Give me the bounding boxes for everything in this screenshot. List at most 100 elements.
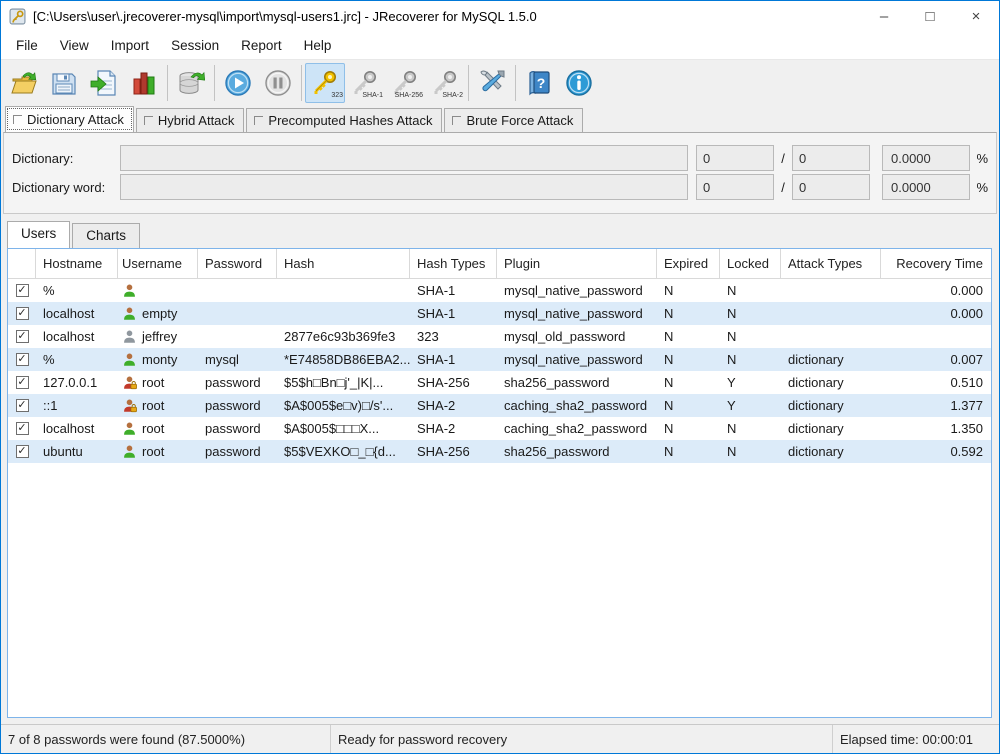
menu-help[interactable]: Help: [293, 34, 343, 57]
play-button[interactable]: [218, 63, 258, 103]
status-passwords-found: 7 of 8 passwords were found (87.5000%): [1, 725, 331, 753]
table-row[interactable]: localhost jeffrey 2877e6c93b369fe3 323 m…: [8, 325, 991, 348]
cell-hash: 2877e6c93b369fe3: [277, 325, 410, 348]
cell-hash: *E74858DB86EBA2...: [277, 348, 410, 371]
row-checkbox[interactable]: [8, 440, 36, 463]
header-expired[interactable]: Expired: [657, 249, 720, 278]
maximize-button[interactable]: □: [907, 1, 953, 31]
toolbar-separator: [214, 65, 215, 101]
dictionary-word-count-field[interactable]: 0: [696, 174, 774, 200]
tab-brute-force-attack[interactable]: Brute Force Attack: [444, 108, 583, 132]
tab-users[interactable]: Users: [7, 221, 70, 248]
table-row[interactable]: localhost root password $A$005$□□□X... S…: [8, 417, 991, 440]
header-locked[interactable]: Locked: [720, 249, 781, 278]
row-checkbox[interactable]: [8, 371, 36, 394]
cell-password: [198, 279, 277, 302]
slash-separator: /: [774, 151, 792, 166]
table-row[interactable]: ubuntu root password $5$VEXKO□_□{d... SH…: [8, 440, 991, 463]
cell-recovery-time: 0.592: [881, 440, 991, 463]
header-checkbox[interactable]: [8, 249, 36, 278]
menu-import[interactable]: Import: [100, 34, 160, 57]
tab-charts[interactable]: Charts: [72, 223, 140, 248]
import-button[interactable]: [84, 63, 124, 103]
cell-hash-type: SHA-256: [410, 440, 497, 463]
table-row[interactable]: % monty mysql *E74858DB86EBA2... SHA-1 m…: [8, 348, 991, 371]
header-password[interactable]: Password: [198, 249, 277, 278]
cell-hostname: localhost: [36, 417, 118, 440]
cell-username: monty: [118, 348, 198, 371]
options-button[interactable]: [472, 63, 512, 103]
dictionary-word-percent-field[interactable]: 0.0000: [882, 174, 970, 200]
dictionary-word-field[interactable]: [120, 174, 688, 200]
header-plugin[interactable]: Plugin: [497, 249, 657, 278]
open-button[interactable]: [4, 63, 44, 103]
status-ready-message: Ready for password recovery: [331, 725, 833, 753]
dictionary-total-field[interactable]: 0: [792, 145, 870, 171]
header-hash-types[interactable]: Hash Types: [410, 249, 497, 278]
row-checkbox[interactable]: [8, 325, 36, 348]
pause-button[interactable]: [258, 63, 298, 103]
dictionary-count-field[interactable]: 0: [696, 145, 774, 171]
row-checkbox[interactable]: [8, 302, 36, 325]
menu-file[interactable]: File: [5, 34, 49, 57]
cell-locked: Y: [720, 394, 781, 417]
tab-label: Dictionary Attack: [27, 112, 124, 127]
table-empty-area: [8, 463, 991, 717]
key-sha256-label: SHA-256: [395, 92, 423, 99]
cell-locked: N: [720, 302, 781, 325]
cell-recovery-time: 0.000: [881, 279, 991, 302]
cell-locked: N: [720, 325, 781, 348]
minimize-button[interactable]: –: [861, 1, 907, 31]
help-button[interactable]: ?: [519, 63, 559, 103]
save-button[interactable]: [44, 63, 84, 103]
about-button[interactable]: [559, 63, 599, 103]
database-export-button[interactable]: [171, 63, 211, 103]
key-sha1-button[interactable]: SHA-1: [345, 63, 385, 103]
close-button[interactable]: ×: [953, 1, 999, 31]
dictionary-path-field[interactable]: [120, 145, 688, 171]
dictionary-row: Dictionary: 0 / 0 0.0000 %: [12, 145, 988, 171]
header-username[interactable]: Username: [118, 249, 198, 278]
menu-view[interactable]: View: [49, 34, 100, 57]
cell-plugin: mysql_old_password: [497, 325, 657, 348]
status-elapsed-time: Elapsed time: 00:00:01: [833, 725, 999, 753]
key-sha2-button[interactable]: SHA-2: [425, 63, 465, 103]
table-row[interactable]: localhost empty SHA-1 mysql_native_passw…: [8, 302, 991, 325]
toolbar-separator: [468, 65, 469, 101]
dictionary-word-total-field[interactable]: 0: [792, 174, 870, 200]
dictionary-percent-field[interactable]: 0.0000: [882, 145, 970, 171]
header-recovery-time[interactable]: Recovery Time: [881, 249, 991, 278]
tab-hybrid-attack[interactable]: Hybrid Attack: [136, 108, 245, 132]
menu-report[interactable]: Report: [230, 34, 293, 57]
row-checkbox[interactable]: [8, 417, 36, 440]
cell-username: root: [118, 371, 198, 394]
menu-session[interactable]: Session: [160, 34, 230, 57]
tab-dictionary-attack[interactable]: Dictionary Attack: [5, 106, 134, 132]
row-checkbox[interactable]: [8, 348, 36, 371]
charts-button[interactable]: [124, 63, 164, 103]
window-title: [C:\Users\user\.jrecoverer-mysql\import\…: [33, 9, 537, 24]
cell-plugin: mysql_native_password: [497, 279, 657, 302]
slash-separator: /: [774, 180, 792, 195]
key-sha256-button[interactable]: SHA-256: [385, 63, 425, 103]
key-323-button[interactable]: 323: [305, 63, 345, 103]
row-checkbox[interactable]: [8, 394, 36, 417]
cell-locked: N: [720, 440, 781, 463]
table-row[interactable]: 127.0.0.1 root password $5$h□Bn□j'_|K|..…: [8, 371, 991, 394]
percent-sign: %: [970, 180, 988, 195]
header-hash[interactable]: Hash: [277, 249, 410, 278]
toolbar-separator: [301, 65, 302, 101]
cell-expired: N: [657, 348, 720, 371]
header-attack-types[interactable]: Attack Types: [781, 249, 881, 278]
cell-attack-type: [781, 279, 881, 302]
row-checkbox[interactable]: [8, 279, 36, 302]
tab-precomputed-hashes-attack[interactable]: Precomputed Hashes Attack: [246, 108, 442, 132]
checkbox-checked-icon: [16, 353, 29, 366]
dictionary-word-label: Dictionary word:: [12, 180, 120, 195]
checkbox-checked-icon: [16, 307, 29, 320]
info-icon: [565, 69, 593, 97]
header-hostname[interactable]: Hostname: [36, 249, 118, 278]
table-row[interactable]: ::1 root password $A$005$e□v)□/s'... SHA…: [8, 394, 991, 417]
table-row[interactable]: % SHA-1 mysql_native_password N N 0.000: [8, 279, 991, 302]
user-locked-icon: [122, 375, 137, 390]
